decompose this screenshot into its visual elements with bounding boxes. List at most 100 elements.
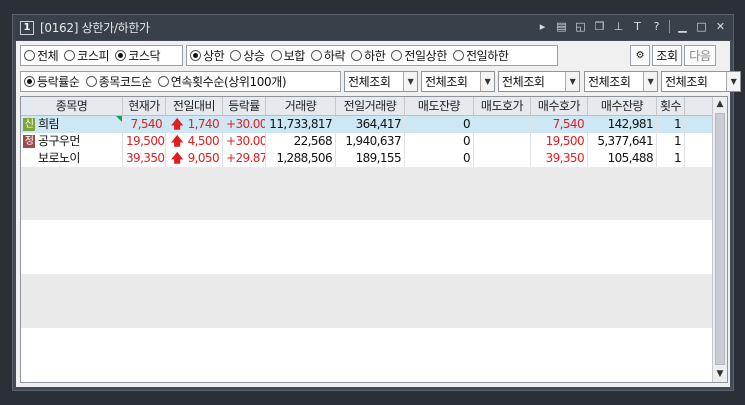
list-icon[interactable]: ▤ xyxy=(555,20,568,33)
col-header-bid-qty[interactable]: 매수잔량 xyxy=(588,97,657,115)
col-header-rate[interactable]: 등락률 xyxy=(223,97,266,115)
chevron-down-icon: ▼ xyxy=(565,71,579,91)
cell-ask xyxy=(474,133,531,150)
col-header-price[interactable]: 현재가 xyxy=(123,97,166,115)
scroll-thumb[interactable] xyxy=(715,113,725,365)
cell-bid-qty: 142,981 xyxy=(588,116,657,133)
close-icon[interactable]: ✕ xyxy=(714,20,727,33)
play-icon[interactable]: ▸ xyxy=(536,20,549,33)
select-value: 전체조회 xyxy=(425,74,468,89)
chevron-down-icon: ▼ xyxy=(643,71,657,91)
empty-row-band xyxy=(21,328,712,382)
filter-select-3[interactable]: 전체조회 ▼ xyxy=(498,70,580,92)
filter-select-1[interactable]: 전체조회 ▼ xyxy=(344,70,418,92)
filter-select-4[interactable]: 전체조회 ▼ xyxy=(584,70,658,92)
radio-label: 전체 xyxy=(37,48,59,63)
radio-label: 등락률순 xyxy=(37,74,80,89)
scroll-down-icon[interactable]: ▼ xyxy=(713,367,727,382)
cell-volume: 1,288,506 xyxy=(266,150,336,167)
col-header-prev-volume[interactable]: 전일거래량 xyxy=(336,97,405,115)
stock-name: 희림 xyxy=(38,117,59,131)
radio-circle xyxy=(310,49,322,61)
radio-market-kospi[interactable]: 코스피 xyxy=(64,47,110,64)
table-row[interactable]: 보로노이 39,350 🡅 9,050 +29.87 1,288,506 189,… xyxy=(21,150,712,167)
cell-bid-qty: 105,488 xyxy=(588,150,657,167)
radio-market-all[interactable]: 전체 xyxy=(24,47,59,64)
col-header-ask[interactable]: 매도호가 xyxy=(474,97,531,115)
radio-market-kosdaq[interactable]: 코스닥 xyxy=(115,47,161,64)
filter-select-5[interactable]: 전체조회 ▼ xyxy=(661,70,741,92)
col-header-volume[interactable]: 거래량 xyxy=(266,97,336,115)
toolbar-row-1: 전체 코스피 코스닥 상한 상승 보합 하락 하한 전일상한 전일하한 ⚙ 조회… xyxy=(20,44,716,66)
copy-icon[interactable]: ❐ xyxy=(593,20,606,33)
radio-circle xyxy=(452,49,464,61)
radio-label: 하한 xyxy=(364,48,386,63)
radio-type-rise[interactable]: 상승 xyxy=(230,47,265,64)
cell-ask-qty: 0 xyxy=(405,150,474,167)
radio-label: 종목코드순 xyxy=(98,74,153,89)
radio-circle xyxy=(230,49,242,61)
table-row[interactable]: 정 공구우먼 19,500 🡅 4,500 +30.00 22,568 1,940,… xyxy=(21,133,712,150)
radio-label: 연속횟수순(상위100개) xyxy=(170,74,287,89)
col-header-count[interactable]: 횟수 xyxy=(657,97,685,115)
cell-price: 7,540 xyxy=(123,116,166,133)
cell-count: 1 xyxy=(657,133,685,150)
radio-circle xyxy=(24,49,35,61)
radio-sort-rate[interactable]: 등락률순 xyxy=(24,73,80,90)
cell-rate: +30.00 xyxy=(223,116,266,133)
col-header-change[interactable]: 전일대비 xyxy=(166,97,223,115)
change-value: 9,050 xyxy=(187,151,220,165)
radio-label: 상한 xyxy=(203,48,225,63)
select-value: 전체조회 xyxy=(502,74,545,89)
col-header-bid[interactable]: 매수호가 xyxy=(531,97,588,115)
radio-type-prev-lower[interactable]: 전일하한 xyxy=(452,47,509,64)
radio-circle xyxy=(351,49,363,61)
cell-price: 39,350 xyxy=(123,150,166,167)
radio-type-flat[interactable]: 보합 xyxy=(270,47,305,64)
radio-sort-code[interactable]: 종목코드순 xyxy=(85,73,153,90)
restore-icon[interactable]: ◱ xyxy=(574,20,587,33)
table-row[interactable]: 신 희림 7,540 🡅 1,740 +30.00 11,733,817 364,4… xyxy=(21,116,712,133)
filter-select-2[interactable]: 전체조회 ▼ xyxy=(421,70,495,92)
badge-listed: 정 xyxy=(23,135,35,148)
cell-prev-volume: 1,940,637 xyxy=(336,133,405,150)
radio-label: 코스피 xyxy=(77,48,110,63)
chevron-down-icon: ▼ xyxy=(726,71,740,91)
toolbar-row-2: 등락률순 종목코드순 연속횟수순(상위100개) 전체조회 ▼ 전체조회 ▼ 전체조… xyxy=(20,70,741,92)
vertical-scrollbar[interactable]: ▲ ▼ xyxy=(712,97,727,382)
maximize-icon[interactable]: □ xyxy=(695,20,708,33)
type-radio-group: 상한 상승 보합 하락 하한 전일상한 전일하한 xyxy=(186,44,558,66)
cell-volume: 11,733,817 xyxy=(266,116,336,133)
radio-type-prev-upper[interactable]: 전일상한 xyxy=(391,47,447,64)
radio-type-lower[interactable]: 하한 xyxy=(351,47,386,64)
radio-type-upper[interactable]: 상한 xyxy=(190,47,225,64)
select-value: 전체조회 xyxy=(665,74,708,89)
help-icon[interactable]: ? xyxy=(650,20,663,33)
empty-row-band xyxy=(21,220,712,274)
query-button[interactable]: 조회 xyxy=(652,44,682,66)
title-bar-controls: ▸ ▤ ◱ ❐ ⊥ T ? ▁ □ ✕ xyxy=(536,20,727,33)
radio-label: 전일상한 xyxy=(404,48,447,63)
col-header-name[interactable]: 종목명 xyxy=(21,97,123,115)
title-bar[interactable]: 1 [0162] 상한가/하한가 ▸ ▤ ◱ ❐ ⊥ T ? ▁ □ ✕ xyxy=(13,15,733,40)
col-header-ask-qty[interactable]: 매도잔량 xyxy=(405,97,474,115)
cell-change: 🡅 1,740 xyxy=(166,116,223,133)
cell-rate: +29.87 xyxy=(223,150,266,167)
pin-icon[interactable]: ⊥ xyxy=(612,20,625,33)
settings-button[interactable]: ⚙ xyxy=(630,44,650,66)
radio-label: 전일하한 xyxy=(465,48,509,63)
next-button[interactable]: 다음 xyxy=(684,44,716,66)
scroll-up-icon[interactable]: ▲ xyxy=(713,97,727,112)
radio-circle xyxy=(115,49,127,61)
market-radio-group: 전체 코스피 코스닥 xyxy=(20,44,183,66)
minimize-icon[interactable]: ▁ xyxy=(676,20,689,33)
cell-ask xyxy=(474,150,531,167)
radio-sort-streak[interactable]: 연속횟수순(상위100개) xyxy=(157,73,287,90)
window-number: 1 xyxy=(20,20,34,35)
chevron-down-icon: ▼ xyxy=(480,71,494,91)
font-icon[interactable]: T xyxy=(631,20,644,33)
cell-count: 1 xyxy=(657,150,685,167)
cell-bid: 7,540 xyxy=(531,116,588,133)
radio-type-fall[interactable]: 하락 xyxy=(310,47,346,64)
radio-circle xyxy=(24,75,35,87)
